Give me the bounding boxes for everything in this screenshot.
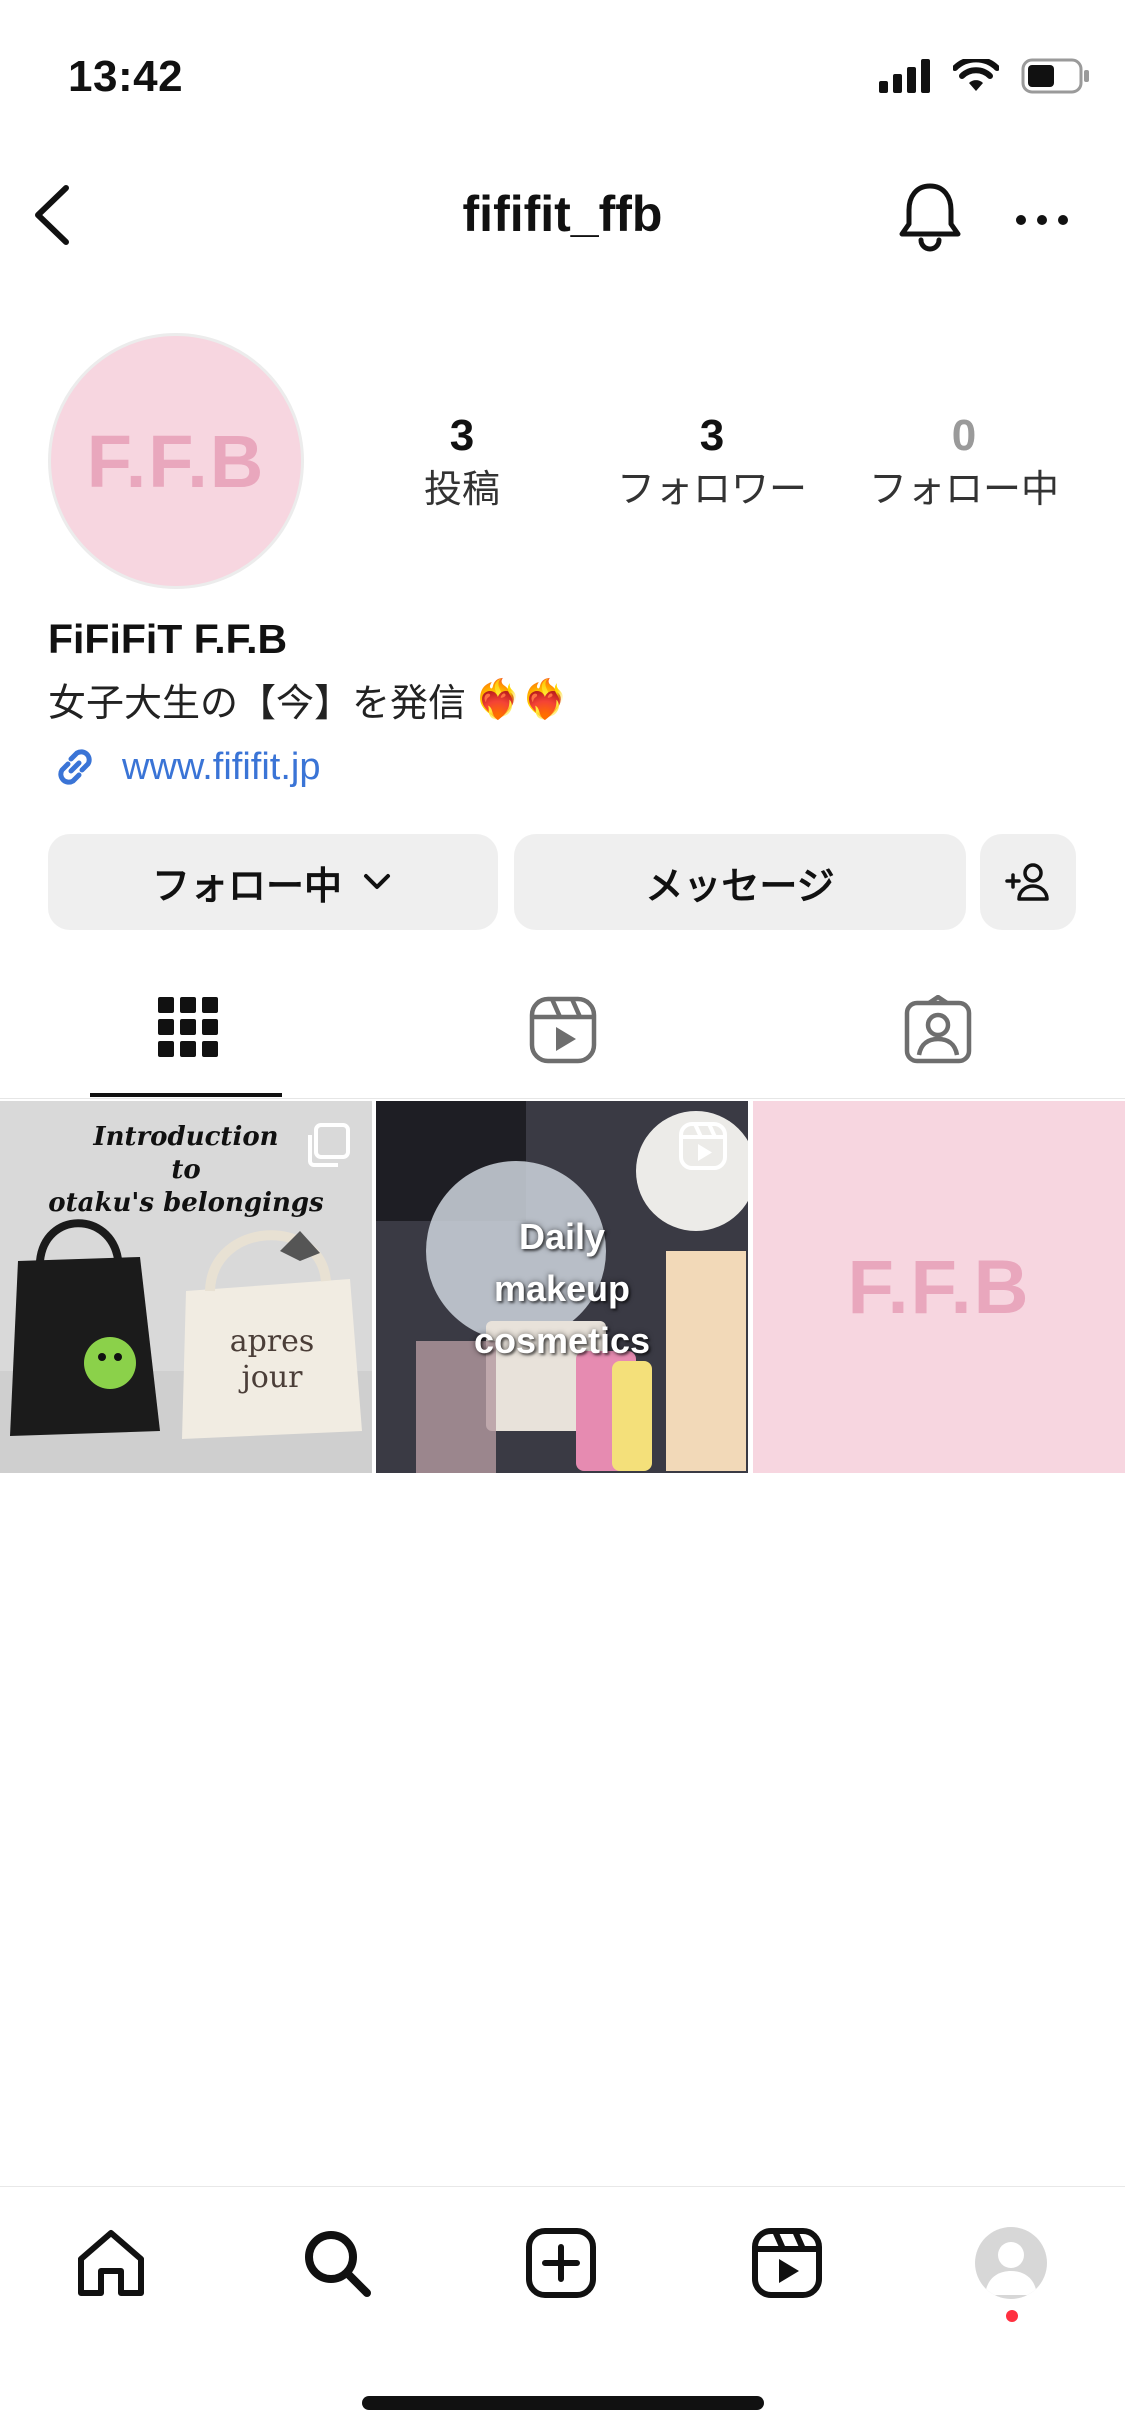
stat-posts[interactable]: 3 投稿 (352, 408, 572, 516)
followers-label: フォロワー (616, 469, 807, 511)
tab-posts-grid[interactable] (0, 995, 375, 1100)
carousel-icon (308, 1123, 350, 1167)
tab-divider (0, 1098, 1125, 1099)
home-indicator[interactable] (362, 2396, 764, 2410)
home-icon (78, 2230, 144, 2296)
followers-count: 3 (699, 411, 725, 460)
default-avatar-icon (985, 2242, 1037, 2295)
bio-text: 女子大生の【今】を発信 (48, 683, 467, 725)
bell-icon (899, 183, 961, 252)
link-text: www.fififit.jp (122, 745, 321, 788)
status-icons (879, 58, 1091, 94)
post-tile-1[interactable]: apres jour Introduction to otaku's belon… (0, 1101, 372, 1473)
post-2-caption-line-1: Daily (518, 1216, 606, 1257)
active-tab-indicator (90, 1093, 282, 1097)
link-icon (58, 749, 92, 785)
post-tile-3[interactable]: F.F.B (753, 1101, 1125, 1473)
reels-nav-icon (752, 2228, 822, 2298)
svg-text:jour: jour (238, 1360, 303, 1395)
nav-create[interactable] (516, 2218, 606, 2308)
profile-avatar[interactable]: F.F.B (48, 333, 304, 589)
nav-home[interactable] (66, 2218, 156, 2308)
nav-profile[interactable] (966, 2218, 1056, 2308)
tagged-person-icon (904, 995, 971, 1064)
reels-icon (529, 996, 596, 1064)
avatar-logo-text: F.F.B (86, 419, 266, 503)
stat-following[interactable]: 0 フォロー中 (854, 408, 1074, 516)
wifi-icon (953, 59, 999, 91)
profile-notification-dot (1006, 2310, 1018, 2322)
nav-search[interactable] (292, 2218, 382, 2308)
bio-emojis: ❤️‍🔥❤️‍🔥 (474, 678, 569, 721)
profile-bio: 女子大生の【今】を発信 ❤️‍🔥❤️‍🔥 (48, 672, 569, 727)
more-options-button[interactable] (1012, 190, 1072, 250)
chevron-down-icon (364, 874, 390, 889)
post-3-logo-text: F.F.B (847, 1244, 1031, 1330)
post-1-caption-line-3: otaku's belongings (48, 1188, 324, 1218)
posts-count: 3 (449, 411, 475, 460)
grid-icon (157, 997, 218, 1057)
post-2-caption: Daily makeup cosmetics (376, 1211, 748, 1367)
post-2-caption-line-2: makeup (493, 1268, 631, 1309)
stat-followers[interactable]: 3 フォロワー (602, 408, 822, 516)
tab-reels[interactable] (375, 995, 750, 1100)
status-time: 13:42 (68, 52, 184, 101)
following-button-label: フォロー中 (151, 865, 342, 908)
posts-label: 投稿 (423, 469, 500, 511)
profile-avatar-icon (975, 2227, 1047, 2299)
cellular-signal-icon (879, 59, 930, 93)
message-button[interactable]: メッセージ (514, 834, 966, 930)
post-2-caption-line-3: cosmetics (473, 1320, 651, 1361)
profile-link[interactable]: www.fififit.jp (48, 740, 320, 794)
reels-badge-icon (679, 1122, 727, 1170)
following-count: 0 (951, 411, 977, 460)
following-label: フォロー中 (868, 469, 1059, 511)
message-button-label: メッセージ (645, 865, 835, 908)
suggested-users-button[interactable] (980, 834, 1076, 930)
create-post-icon (526, 2228, 596, 2298)
svg-text:apres: apres (230, 1324, 315, 1359)
add-person-icon (1005, 863, 1049, 901)
nav-reels[interactable] (742, 2218, 832, 2308)
notifications-button[interactable] (890, 176, 970, 256)
bottom-nav-divider (0, 2186, 1125, 2187)
following-button[interactable]: フォロー中 (48, 834, 498, 930)
more-horizontal-icon (1016, 215, 1068, 225)
post-tile-2[interactable]: Daily makeup cosmetics (376, 1101, 748, 1473)
profile-display-name: FiFiFiT F.F.B (48, 616, 288, 662)
tab-tagged[interactable] (750, 995, 1125, 1100)
search-icon (305, 2231, 371, 2297)
battery-icon (1021, 58, 1089, 94)
